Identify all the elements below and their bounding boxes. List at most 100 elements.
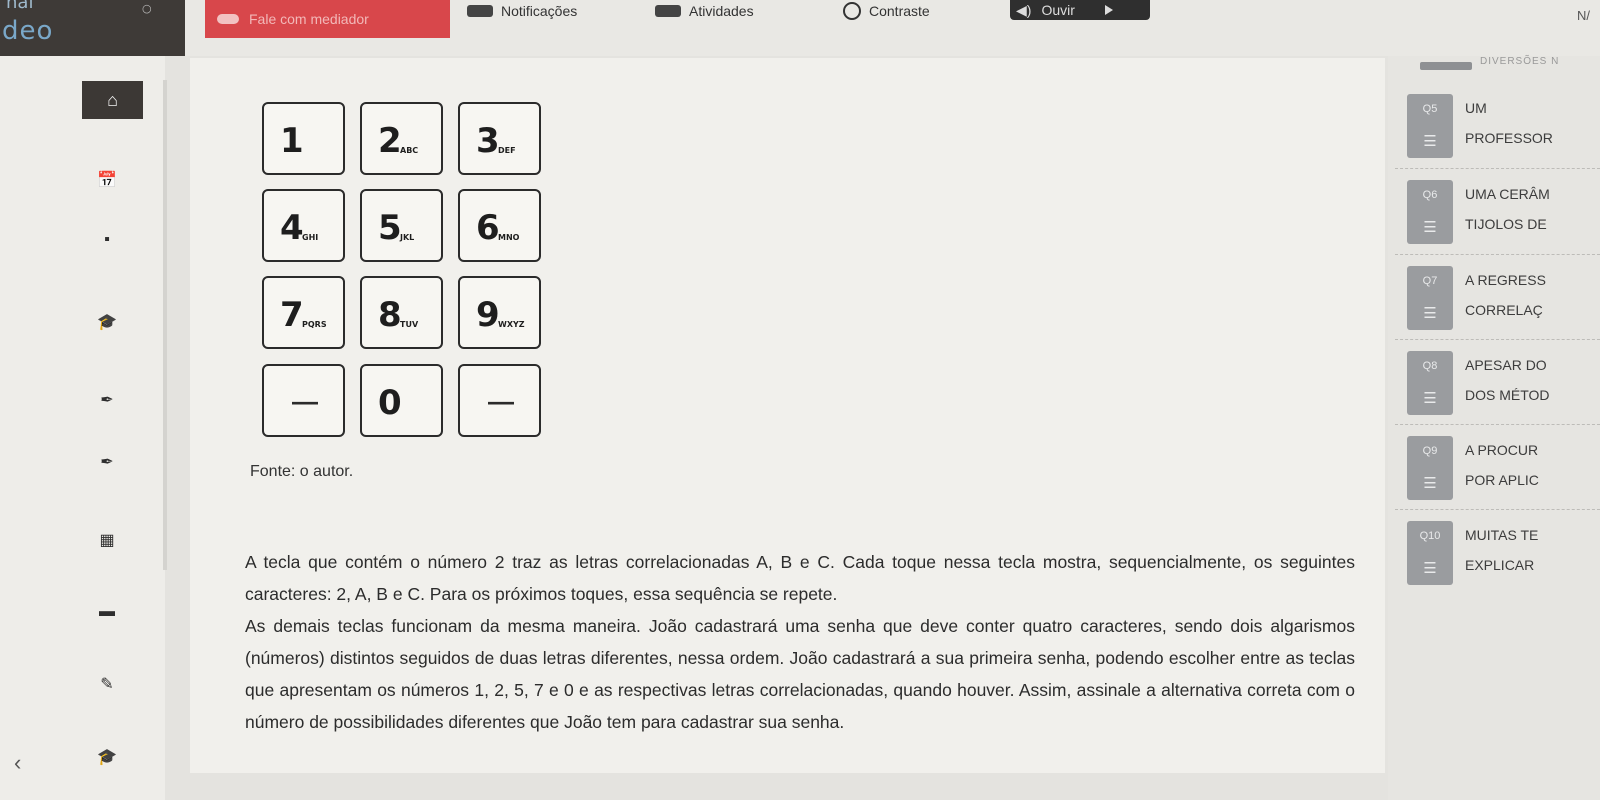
question-title-line-1: A PROCUR: [1465, 442, 1539, 458]
question-paragraph-1: A tecla que contém o número 2 traz as le…: [245, 552, 1355, 604]
keypad-key: 3 DEF: [458, 102, 541, 175]
question-list-item[interactable]: Q9 ☰ A PROCUR POR APLIC: [1395, 428, 1600, 510]
question-list-item[interactable]: Q5 ☰ UM PROFESSOR: [1395, 86, 1600, 168]
question-badge: Q5 ☰: [1407, 94, 1453, 158]
keypad-key: 6 MNO: [458, 189, 541, 262]
calendar-icon[interactable]: ▦: [92, 528, 122, 552]
keypad-key: 2 ABC: [360, 102, 443, 175]
keypad-key: 7 PQRS: [262, 276, 345, 349]
keypad-letters: DEF: [498, 146, 516, 155]
question-title-line-1: UM: [1465, 100, 1487, 116]
contrast-icon: [843, 2, 861, 20]
listen-label: Ouvir: [1041, 2, 1075, 18]
keypad-digit: 3: [476, 121, 500, 161]
briefcase-icon[interactable]: ▬: [92, 600, 122, 624]
chat-mediator-label: Fale com mediador: [249, 11, 369, 27]
keypad-digit: 8: [378, 295, 402, 335]
question-list-item[interactable]: Q7 ☰ A REGRESS CORRELAÇ: [1395, 258, 1600, 340]
list-icon: ☰: [1423, 132, 1437, 150]
keypad-digit: 9: [476, 295, 500, 335]
keypad-digit: 7: [280, 295, 304, 335]
keypad-digit: 0: [378, 383, 402, 423]
keypad-key: 8 TUV: [360, 276, 443, 349]
keypad-key: —: [262, 364, 345, 437]
pen-icon[interactable]: ✒: [92, 450, 122, 474]
clipboard-icon: [655, 5, 681, 17]
pencil-icon[interactable]: ✎: [92, 672, 122, 696]
keypad-letters: JKL: [400, 233, 415, 242]
list-icon: ☰: [1423, 304, 1437, 322]
keypad-letters: WXYZ: [498, 320, 525, 329]
speaker-icon: ◀): [1016, 1, 1032, 18]
tag-icon[interactable]: ▪: [92, 228, 122, 252]
corner-text: N/: [1577, 8, 1590, 23]
keypad-digit: 2: [378, 121, 402, 161]
question-title-line-2: TIJOLOS DE: [1465, 216, 1547, 232]
question-title-line-2: DOS MÉTOD: [1465, 387, 1550, 403]
question-badge: Q9 ☰: [1407, 436, 1453, 500]
notifications-label: Notificações: [501, 3, 578, 19]
bell-icon: [467, 5, 493, 17]
keypad-letters: GHI: [302, 233, 319, 242]
keypad-key: 0: [360, 364, 443, 437]
keypad-key: —: [458, 364, 541, 437]
keypad-digit: 4: [280, 208, 304, 248]
graduation-cap-icon[interactable]: 🎓: [92, 745, 122, 769]
question-number: Q5: [1422, 102, 1438, 115]
question-separator: [1395, 339, 1600, 340]
question-title-line-2: PROFESSOR: [1465, 130, 1553, 146]
keypad-dash: —: [488, 386, 514, 416]
question-title-line-2: POR APLIC: [1465, 472, 1539, 488]
notifications-button[interactable]: Notificações: [467, 0, 577, 22]
question-title-line-1: MUITAS TE: [1465, 527, 1539, 543]
list-icon: ☰: [1423, 218, 1437, 236]
graduation-cap-icon[interactable]: 🎓: [92, 310, 122, 334]
keypad-letters: MNO: [498, 233, 520, 242]
home-icon[interactable]: ⌂: [82, 81, 143, 119]
dot-icon: ○: [142, 2, 152, 15]
calendar-check-icon[interactable]: 📅: [92, 168, 122, 192]
chat-mediator-button[interactable]: Fale com mediador: [205, 0, 450, 38]
keypad-letters: PQRS: [302, 320, 327, 329]
back-chevron-icon[interactable]: ‹: [14, 750, 21, 776]
keypad-key: 5 JKL: [360, 189, 443, 262]
question-content: 1 2 ABC 3 DEF 4 GHI 5 JKL 6 MNO 7 PQRS 8 TUV 9 WXYZ —0— F…: [190, 58, 1385, 773]
keypad-key: 4 GHI: [262, 189, 345, 262]
question-list-item[interactable]: Q10 ☰ MUITAS TE EXPLICAR: [1395, 513, 1600, 595]
keypad-digit: 1: [280, 121, 304, 161]
pen-icon[interactable]: ✒: [92, 388, 122, 412]
question-list-item[interactable]: Q8 ☰ APESAR DO DOS MÉTOD: [1395, 343, 1600, 425]
question-number: Q6: [1422, 188, 1438, 201]
listen-button[interactable]: ◀) Ouvir: [1010, 0, 1150, 20]
brand-text: deo: [2, 16, 54, 46]
question-list-item[interactable]: Q6 ☰ UMA CERÂM TIJOLOS DE: [1395, 172, 1600, 254]
panel-header: DIVERSÕES N: [1480, 56, 1560, 67]
keypad-letters: ABC: [400, 146, 419, 155]
activities-button[interactable]: Atividades: [655, 0, 754, 22]
question-title-line-1: APESAR DO: [1465, 357, 1547, 373]
brand-logo[interactable]: nai deo ○: [0, 0, 185, 56]
list-icon: ☰: [1423, 389, 1437, 407]
question-paragraph-2: As demais teclas funcionam da mesma mane…: [245, 616, 1355, 732]
question-title-line-2: EXPLICAR: [1465, 557, 1535, 573]
keypad-digit: 6: [476, 208, 500, 248]
question-badge: Q6 ☰: [1407, 180, 1453, 244]
question-badge: Q7 ☰: [1407, 266, 1453, 330]
question-badge: Q10 ☰: [1407, 521, 1453, 585]
question-number: Q10: [1419, 529, 1441, 542]
keypad-digit: 5: [378, 208, 402, 248]
question-title-line-2: CORRELAÇ: [1465, 302, 1543, 318]
question-separator: [1395, 168, 1600, 169]
contrast-label: Contraste: [869, 3, 930, 19]
list-icon: ☰: [1423, 559, 1437, 577]
question-title-line-1: A REGRESS: [1465, 272, 1546, 288]
question-separator: [1395, 424, 1600, 425]
version-bar: [1420, 62, 1472, 70]
question-number: Q7: [1422, 274, 1438, 287]
rail-divider: [163, 80, 167, 570]
keypad-key: 9 WXYZ: [458, 276, 541, 349]
brand-top-text: nai: [6, 0, 34, 13]
contrast-button[interactable]: Contraste: [843, 0, 930, 22]
keypad-dash: —: [292, 386, 318, 416]
activities-label: Atividades: [689, 3, 754, 19]
